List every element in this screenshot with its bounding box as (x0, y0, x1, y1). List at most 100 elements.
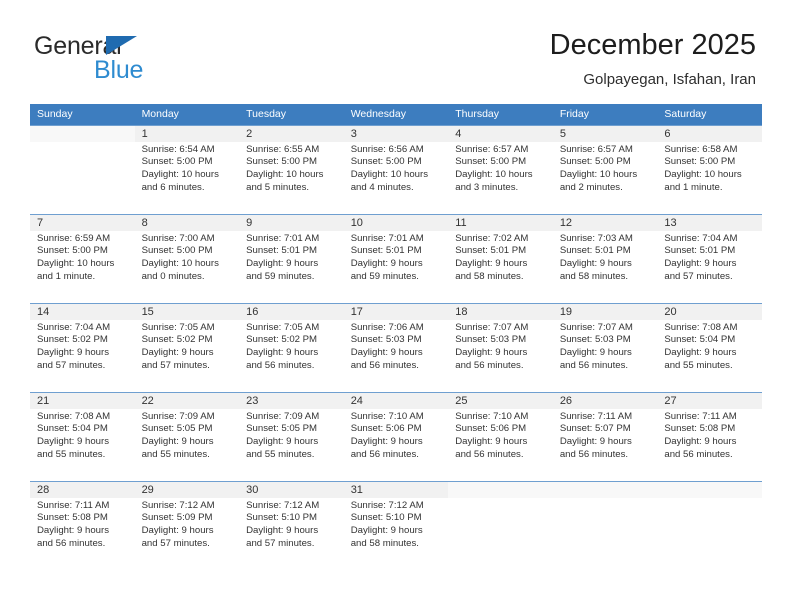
day-number-cell[interactable] (448, 481, 553, 498)
sunrise-text: Sunrise: 7:06 AM (350, 321, 424, 333)
day-number-cell[interactable]: 29 (134, 481, 240, 498)
day-number-cell[interactable]: 24 (343, 392, 449, 409)
day-number-cell[interactable]: 27 (657, 392, 762, 409)
day-number-cell[interactable]: 18 (448, 303, 553, 320)
day-number-cell[interactable] (552, 481, 658, 498)
daylight-text-line1: Daylight: 9 hours (141, 525, 214, 537)
day-number-cell[interactable]: 6 (657, 125, 762, 142)
daylight-text-line1: Daylight: 9 hours (664, 347, 737, 359)
daylight-text-line2: and 56 minutes. (559, 360, 629, 372)
day-number-cell[interactable]: 2 (239, 125, 344, 142)
sunrise-text: Sunrise: 6:56 AM (350, 143, 424, 155)
day-number-cell[interactable]: 31 (343, 481, 449, 498)
day-number-cell[interactable]: 20 (657, 303, 762, 320)
daylight-text-line2: and 56 minutes. (350, 449, 419, 461)
day-number-cell[interactable]: 5 (552, 125, 658, 142)
sunrise-text: Sunrise: 7:02 AM (455, 232, 529, 244)
day-number-cell[interactable]: 7 (30, 214, 135, 231)
day-number-cell[interactable] (30, 125, 135, 142)
day-number-cell[interactable]: 8 (134, 214, 240, 231)
general-blue-logo[interactable]: General Blue (34, 32, 214, 88)
daylight-text-line1: Daylight: 9 hours (559, 436, 632, 448)
day-number-cell[interactable]: 30 (239, 481, 344, 498)
day-number-cell[interactable]: 19 (552, 303, 658, 320)
day-number-cell[interactable]: 4 (448, 125, 553, 142)
daylight-text-line1: Daylight: 9 hours (246, 436, 319, 448)
sunrise-text: Sunrise: 7:11 AM (664, 410, 737, 422)
daylight-text-line2: and 3 minutes. (455, 182, 519, 194)
sunrise-text: Sunrise: 7:07 AM (559, 321, 633, 333)
title-block: December 2025 Golpayegan, Isfahan, Iran (550, 28, 756, 89)
day-number-cell[interactable]: 13 (657, 214, 762, 231)
sunset-text: Sunset: 5:00 PM (559, 156, 631, 168)
day-info-cell: Sunrise: 7:08 AM Sunset: 5:04 PM Dayligh… (30, 409, 135, 482)
day-number-cell[interactable]: 9 (239, 214, 344, 231)
day-number-cell[interactable]: 1 (134, 125, 240, 142)
daylight-text-line1: Daylight: 9 hours (455, 436, 528, 448)
sunrise-text: Sunrise: 7:12 AM (141, 499, 215, 511)
day-info-row: Sunrise: 6:59 AM Sunset: 5:00 PM Dayligh… (30, 231, 762, 304)
daylight-text-line2: and 56 minutes. (455, 360, 524, 372)
day-info-row: Sunrise: 6:54 AM Sunset: 5:00 PM Dayligh… (30, 142, 762, 215)
daylight-text-line1: Daylight: 9 hours (350, 436, 423, 448)
day-number-cell[interactable]: 28 (30, 481, 135, 498)
daylight-text-line2: and 57 minutes. (664, 271, 733, 283)
sunrise-text: Sunrise: 7:10 AM (455, 410, 529, 422)
day-number-cell[interactable]: 16 (239, 303, 344, 320)
daylight-text-line2: and 55 minutes. (664, 360, 733, 372)
sunset-text: Sunset: 5:04 PM (37, 423, 108, 435)
day-number-cell[interactable]: 12 (552, 214, 658, 231)
sunset-text: Sunset: 5:10 PM (350, 512, 422, 524)
sunrise-text: Sunrise: 7:09 AM (246, 410, 320, 422)
daylight-text-line1: Daylight: 9 hours (455, 347, 528, 359)
sunrise-text: Sunrise: 7:00 AM (141, 232, 215, 244)
day-info-cell: Sunrise: 7:10 AM Sunset: 5:06 PM Dayligh… (344, 409, 449, 482)
day-number-cell[interactable]: 26 (552, 392, 658, 409)
sunset-text: Sunset: 5:03 PM (350, 334, 422, 346)
day-info-cell: Sunrise: 7:12 AM Sunset: 5:10 PM Dayligh… (344, 498, 449, 571)
day-info-cell: Sunrise: 6:57 AM Sunset: 5:00 PM Dayligh… (553, 142, 658, 215)
day-number-cell[interactable] (657, 481, 762, 498)
day-info-cell: Sunrise: 7:06 AM Sunset: 5:03 PM Dayligh… (344, 320, 449, 393)
daylight-text-line1: Daylight: 10 hours (664, 169, 742, 181)
day-number-cell[interactable]: 21 (30, 392, 135, 409)
sunrise-text: Sunrise: 7:08 AM (664, 321, 738, 333)
day-number-cell[interactable]: 11 (448, 214, 553, 231)
day-info-cell: Sunrise: 6:59 AM Sunset: 5:00 PM Dayligh… (30, 231, 135, 304)
day-info-cell: Sunrise: 7:11 AM Sunset: 5:07 PM Dayligh… (553, 409, 658, 482)
sunset-text: Sunset: 5:01 PM (559, 245, 631, 257)
daylight-text-line1: Daylight: 9 hours (246, 525, 319, 537)
sunset-text: Sunset: 5:08 PM (37, 512, 108, 524)
day-info-cell: Sunrise: 6:54 AM Sunset: 5:00 PM Dayligh… (135, 142, 240, 215)
sunrise-text: Sunrise: 7:05 AM (141, 321, 215, 333)
day-info-row: Sunrise: 7:04 AM Sunset: 5:02 PM Dayligh… (30, 320, 762, 393)
daylight-text-line2: and 1 minute. (37, 271, 96, 283)
sunrise-text: Sunrise: 7:09 AM (141, 410, 215, 422)
sunset-text: Sunset: 5:00 PM (350, 156, 422, 168)
day-number-cell[interactable]: 23 (239, 392, 344, 409)
weekday-header-tuesday: Tuesday (239, 104, 344, 126)
sunrise-text: Sunrise: 6:54 AM (141, 143, 215, 155)
day-number-cell[interactable]: 14 (30, 303, 135, 320)
daylight-text-line1: Daylight: 9 hours (37, 525, 109, 537)
daylight-text-line2: and 4 minutes. (350, 182, 414, 194)
day-info-cell: Sunrise: 7:00 AM Sunset: 5:00 PM Dayligh… (135, 231, 240, 304)
daylight-text-line1: Daylight: 10 hours (37, 258, 115, 270)
day-number-cell[interactable]: 17 (343, 303, 449, 320)
sunrise-text: Sunrise: 7:08 AM (37, 410, 111, 422)
daylight-text-line2: and 56 minutes. (559, 449, 629, 461)
day-info-cell: Sunrise: 7:03 AM Sunset: 5:01 PM Dayligh… (553, 231, 658, 304)
day-info-cell: Sunrise: 7:01 AM Sunset: 5:01 PM Dayligh… (344, 231, 449, 304)
daylight-text-line1: Daylight: 10 hours (350, 169, 429, 181)
daylight-text-line2: and 56 minutes. (37, 538, 106, 550)
sunset-text: Sunset: 5:01 PM (350, 245, 422, 257)
day-number-cell[interactable]: 10 (343, 214, 449, 231)
day-number-cell[interactable]: 25 (448, 392, 553, 409)
day-number-cell[interactable]: 3 (343, 125, 449, 142)
daylight-text-line2: and 59 minutes. (246, 271, 315, 283)
sunset-text: Sunset: 5:05 PM (246, 423, 318, 435)
day-number-cell[interactable]: 15 (134, 303, 240, 320)
daylight-text-line2: and 0 minutes. (141, 271, 205, 283)
daylight-text-line2: and 57 minutes. (141, 538, 210, 550)
day-number-cell[interactable]: 22 (134, 392, 240, 409)
